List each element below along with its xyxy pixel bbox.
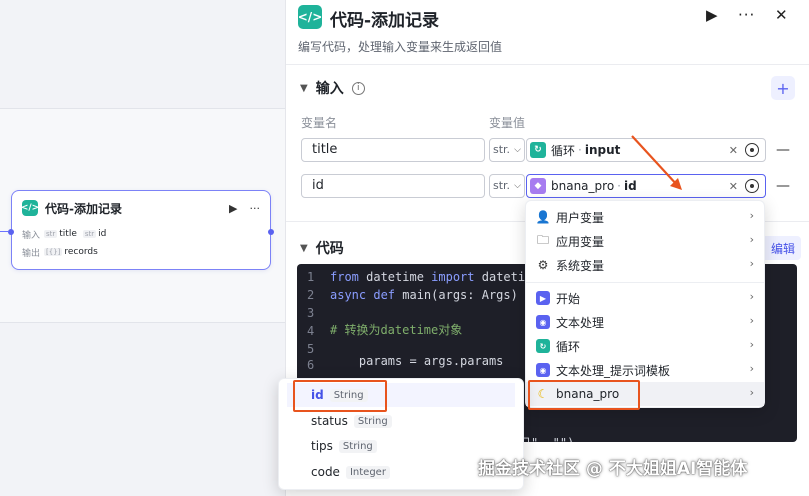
annotation-arrow [631, 135, 682, 190]
more-icon[interactable]: ··· [250, 202, 261, 215]
chevron-right-icon: › [749, 362, 754, 375]
chevron-right-icon: › [749, 314, 754, 327]
chevron-right-icon: › [749, 233, 754, 246]
arrow-shaft [631, 135, 679, 187]
remove-row-button[interactable]: — [776, 178, 790, 194]
close-icon[interactable]: ✕ [775, 6, 788, 24]
type-badge: String [338, 439, 377, 453]
input-section-title[interactable]: ▼ 输入 i [300, 78, 365, 98]
panel-title: 代码-添加记录 [330, 11, 440, 31]
dropdown-item-prompt-template[interactable]: ◉ 文本处理_提示词模板 › [526, 358, 764, 382]
loop-icon: ↻ [536, 339, 550, 353]
code-node[interactable]: </> 代码-添加记录 ▶ ··· 输入 str title str id 输出 [… [8, 190, 274, 270]
target-icon[interactable] [745, 179, 759, 193]
node-output-tag: [{}] records [44, 247, 98, 257]
chevron-down-icon: ▼ [300, 82, 308, 94]
node-input-port[interactable] [8, 229, 14, 235]
node-outputs-row: 输出 [{}] records [12, 243, 270, 261]
variable-source-dropdown[interactable]: 👤 用户变量 › 🗀 应用变量 › ⚙ 系统变量 › ▶ 开始 › ◉ 文本处理 › ↻ 循环 › ◉ 文… [525, 200, 765, 408]
dropdown-item-start[interactable]: ▶ 开始 › [526, 286, 764, 310]
panel-header: </> 代码-添加记录 编写代码，处理输入变量来生成返回值 ▶ ··· ✕ [286, 0, 809, 66]
dropdown-item-user-vars[interactable]: 👤 用户变量 › [526, 205, 764, 229]
gear-icon: ⚙ [537, 258, 549, 272]
type-badge: String [353, 414, 392, 428]
node-outputs-label: 输出 [22, 248, 41, 259]
user-icon: 👤 [535, 210, 551, 224]
chevron-right-icon: › [749, 386, 754, 399]
run-icon[interactable]: ▶ [706, 6, 718, 24]
code-line: 日", "") [519, 434, 574, 442]
dropdown-item-text-process[interactable]: ◉ 文本处理 › [526, 310, 764, 334]
robot-icon: ◉ [536, 363, 550, 377]
column-header-name: 变量名 [301, 116, 338, 130]
code-icon: </> [298, 5, 322, 29]
node-input-tag: str id [82, 229, 107, 239]
dropdown-item-loop[interactable]: ↻ 循环 › [526, 334, 764, 358]
folder-icon: 🗀 [536, 232, 549, 247]
robot-icon: ◉ [536, 315, 550, 329]
chevron-right-icon: › [749, 290, 754, 303]
chevron-right-icon: › [749, 338, 754, 351]
node-output-port[interactable] [268, 229, 274, 235]
node-input-tag: str title [44, 229, 77, 239]
clear-icon[interactable]: ✕ [729, 180, 738, 193]
code-section-title[interactable]: ▼ 代码 [300, 238, 344, 258]
variable-type-select[interactable]: str. ⌵ [489, 174, 525, 198]
node-title: 代码-添加记录 [45, 201, 122, 216]
chevron-right-icon: › [749, 209, 754, 222]
chevron-down-icon: ⌵ [514, 145, 521, 155]
remove-row-button[interactable]: — [776, 142, 790, 158]
type-badge: Integer [345, 465, 390, 479]
chevron-right-icon: › [749, 257, 754, 270]
info-icon[interactable]: i [351, 81, 365, 95]
code-icon: </> [21, 200, 39, 216]
node-inputs-label: 输入 [22, 230, 41, 241]
code-line: from datetime import datetim [330, 270, 533, 284]
code-line: async def main(args: Args) - [330, 288, 533, 302]
chevron-down-icon: ▼ [300, 242, 308, 254]
node-header: </> 代码-添加记录 ▶ ··· [12, 191, 270, 225]
incoming-edge [0, 231, 8, 232]
annotation-highlight-id-field [293, 380, 387, 412]
watermark: 掘金技术社区 @ 不大姐姐AI智能体 [478, 459, 748, 479]
loop-icon: ↻ [530, 142, 546, 158]
dropdown-item-system-vars[interactable]: ⚙ 系统变量 › [526, 253, 764, 277]
annotation-highlight-bnana-pro [528, 380, 640, 410]
dropdown-divider [526, 282, 764, 283]
node-inputs-row: 输入 str title str id [12, 225, 270, 243]
code-line: # 转换为datetime对象 [330, 323, 463, 337]
clear-icon[interactable]: ✕ [729, 144, 738, 157]
divider [286, 64, 809, 65]
edit-code-button[interactable]: 编辑 [761, 236, 801, 260]
panel-description: 编写代码，处理输入变量来生成返回值 [298, 40, 503, 54]
run-icon[interactable]: ▶ [229, 202, 237, 215]
workflow-canvas[interactable]: </> 代码-添加记录 ▶ ··· 输入 str title str id 输出 [… [0, 0, 285, 496]
cube-icon: ◆ [530, 178, 546, 194]
field-item-status[interactable]: status String [287, 409, 515, 433]
variable-name-input[interactable]: title [301, 138, 485, 162]
add-input-button[interactable]: + [771, 76, 795, 100]
code-line: params = args.params [330, 354, 504, 368]
column-header-value: 变量值 [489, 116, 526, 130]
target-icon[interactable] [745, 143, 759, 157]
variable-name-input[interactable]: id [301, 174, 485, 198]
start-icon: ▶ [536, 291, 550, 305]
variable-type-select[interactable]: str. ⌵ [489, 138, 525, 162]
dropdown-item-app-vars[interactable]: 🗀 应用变量 › [526, 229, 764, 253]
chevron-down-icon: ⌵ [514, 181, 521, 191]
more-icon[interactable]: ··· [738, 6, 755, 24]
